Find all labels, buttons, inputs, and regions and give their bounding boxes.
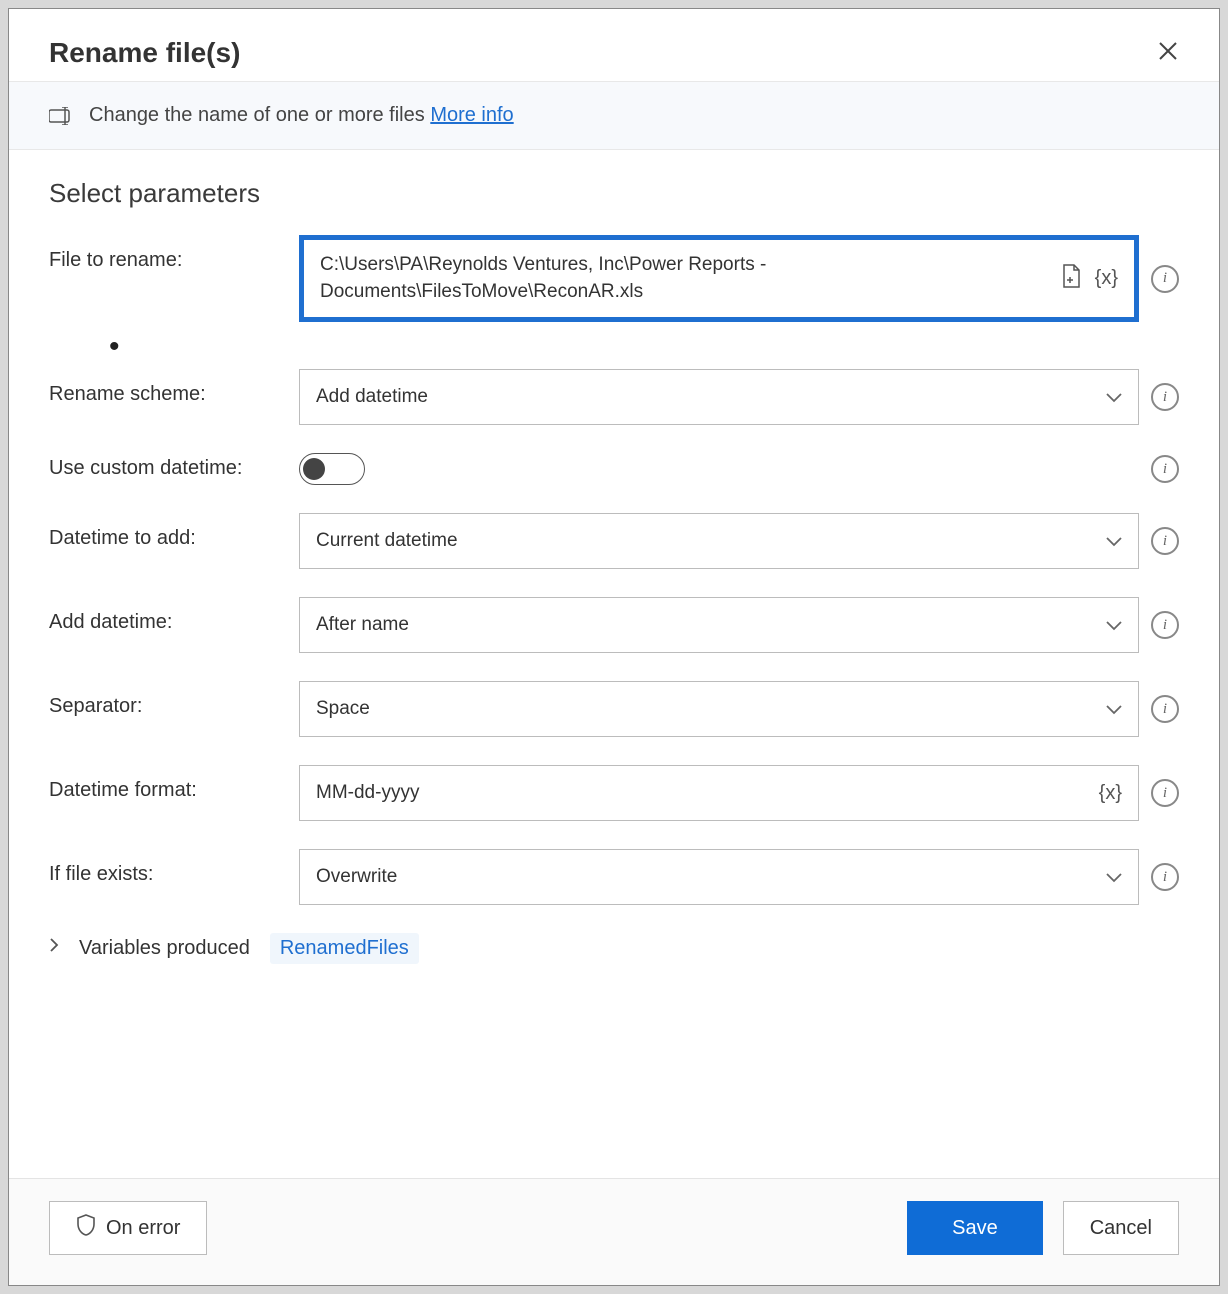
row-file-to-rename: File to rename: C:\Users\PA\Reynolds Ven… (49, 235, 1179, 322)
more-info-link[interactable]: More info (430, 104, 513, 126)
info-rename-scheme[interactable]: i (1151, 383, 1179, 411)
section-title: Select parameters (49, 178, 1179, 209)
shield-icon (76, 1214, 96, 1242)
variable-tag-renamedfiles[interactable]: RenamedFiles (270, 933, 419, 964)
info-add-datetime[interactable]: i (1151, 611, 1179, 639)
row-rename-scheme: Rename scheme: Add datetime i (49, 369, 1179, 425)
label-add-datetime: Add datetime: (49, 597, 299, 634)
variables-produced-label: Variables produced (79, 937, 250, 960)
info-datetime-to-add[interactable]: i (1151, 527, 1179, 555)
on-error-label: On error (106, 1217, 180, 1240)
value-datetime-format: MM-dd-yyyy (316, 780, 1099, 807)
dialog-content: Select parameters File to rename: C:\Use… (9, 150, 1219, 1178)
value-file-to-rename: C:\Users\PA\Reynolds Ventures, Inc\Power… (320, 252, 1061, 305)
variables-produced-row[interactable]: Variables produced RenamedFiles (49, 933, 1179, 964)
chevron-down-icon (1106, 387, 1122, 408)
variable-picker-icon[interactable]: {x} (1095, 267, 1118, 290)
label-use-custom-datetime: Use custom datetime: (49, 453, 299, 480)
row-datetime-format: Datetime format: MM-dd-yyyy {x} i (49, 765, 1179, 821)
row-separator: Separator: Space i (49, 681, 1179, 737)
label-separator: Separator: (49, 681, 299, 718)
rename-files-dialog: Rename file(s) Change the name of one or… (8, 8, 1220, 1286)
toggle-knob (303, 458, 325, 480)
row-if-file-exists: If file exists: Overwrite i (49, 849, 1179, 905)
input-file-to-rename[interactable]: C:\Users\PA\Reynolds Ventures, Inc\Power… (299, 235, 1139, 322)
info-separator[interactable]: i (1151, 695, 1179, 723)
subheader-text-content: Change the name of one or more files (89, 104, 430, 126)
chevron-right-icon (49, 936, 59, 959)
label-file-to-rename: File to rename: (49, 235, 299, 272)
variable-picker-icon[interactable]: {x} (1099, 782, 1122, 805)
close-button[interactable] (1157, 39, 1179, 67)
save-button[interactable]: Save (907, 1201, 1043, 1255)
close-icon (1157, 37, 1179, 68)
subheader-text: Change the name of one or more files Mor… (89, 104, 514, 127)
select-datetime-to-add[interactable]: Current datetime (299, 513, 1139, 569)
row-use-custom-datetime: Use custom datetime: i (49, 453, 1179, 485)
select-if-file-exists[interactable]: Overwrite (299, 849, 1139, 905)
input-datetime-format[interactable]: MM-dd-yyyy {x} (299, 765, 1139, 821)
rename-icon (49, 107, 75, 125)
select-add-datetime[interactable]: After name (299, 597, 1139, 653)
value-separator: Space (316, 696, 1106, 723)
row-add-datetime: Add datetime: After name i (49, 597, 1179, 653)
dialog-title: Rename file(s) (49, 37, 240, 69)
file-picker-icon[interactable] (1061, 264, 1081, 294)
cancel-button[interactable]: Cancel (1063, 1201, 1179, 1255)
chevron-down-icon (1106, 615, 1122, 636)
info-datetime-format[interactable]: i (1151, 779, 1179, 807)
dialog-header: Rename file(s) (9, 9, 1219, 81)
label-rename-scheme: Rename scheme: (49, 369, 299, 406)
label-datetime-to-add: Datetime to add: (49, 513, 299, 550)
select-separator[interactable]: Space (299, 681, 1139, 737)
dialog-footer: On error Save Cancel (9, 1178, 1219, 1285)
row-datetime-to-add: Datetime to add: Current datetime i (49, 513, 1179, 569)
bullet-decoration: • (109, 342, 1179, 351)
chevron-down-icon (1106, 531, 1122, 552)
chevron-down-icon (1106, 867, 1122, 888)
dialog-subheader: Change the name of one or more files Mor… (9, 81, 1219, 150)
cancel-label: Cancel (1090, 1217, 1152, 1240)
chevron-down-icon (1106, 699, 1122, 720)
info-use-custom-datetime[interactable]: i (1151, 455, 1179, 483)
info-if-file-exists[interactable]: i (1151, 863, 1179, 891)
value-rename-scheme: Add datetime (316, 384, 1106, 411)
on-error-button[interactable]: On error (49, 1201, 207, 1255)
select-rename-scheme[interactable]: Add datetime (299, 369, 1139, 425)
label-if-file-exists: If file exists: (49, 849, 299, 886)
toggle-use-custom-datetime[interactable] (299, 453, 365, 485)
value-if-file-exists: Overwrite (316, 864, 1106, 891)
value-add-datetime: After name (316, 612, 1106, 639)
value-datetime-to-add: Current datetime (316, 528, 1106, 555)
save-label: Save (952, 1217, 998, 1240)
label-datetime-format: Datetime format: (49, 765, 299, 802)
info-file-to-rename[interactable]: i (1151, 265, 1179, 293)
